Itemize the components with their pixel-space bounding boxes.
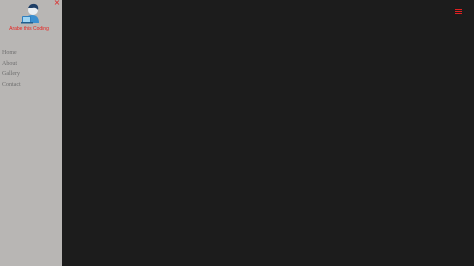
hamburger-bar	[455, 11, 462, 12]
sidebar-item-home[interactable]: Home	[2, 48, 21, 59]
hamburger-bar	[455, 9, 462, 10]
sidebar-nav: Home About Gallery Contact	[2, 48, 21, 90]
sidebar-item-gallery[interactable]: Gallery	[2, 69, 21, 80]
hamburger-bar	[455, 13, 462, 14]
sidebar-item-about[interactable]: About	[2, 59, 21, 70]
close-icon[interactable]: ×	[53, 0, 61, 7]
sidebar-item-contact[interactable]: Contact	[2, 80, 21, 91]
person-at-laptop-icon	[21, 3, 39, 24]
sidebar: × Arabe this Coding Home About Gallery C…	[0, 0, 62, 266]
page: × Arabe this Coding Home About Gallery C…	[0, 0, 474, 266]
brand-name: Arabe this Coding	[9, 26, 49, 32]
hamburger-icon[interactable]	[455, 8, 462, 15]
